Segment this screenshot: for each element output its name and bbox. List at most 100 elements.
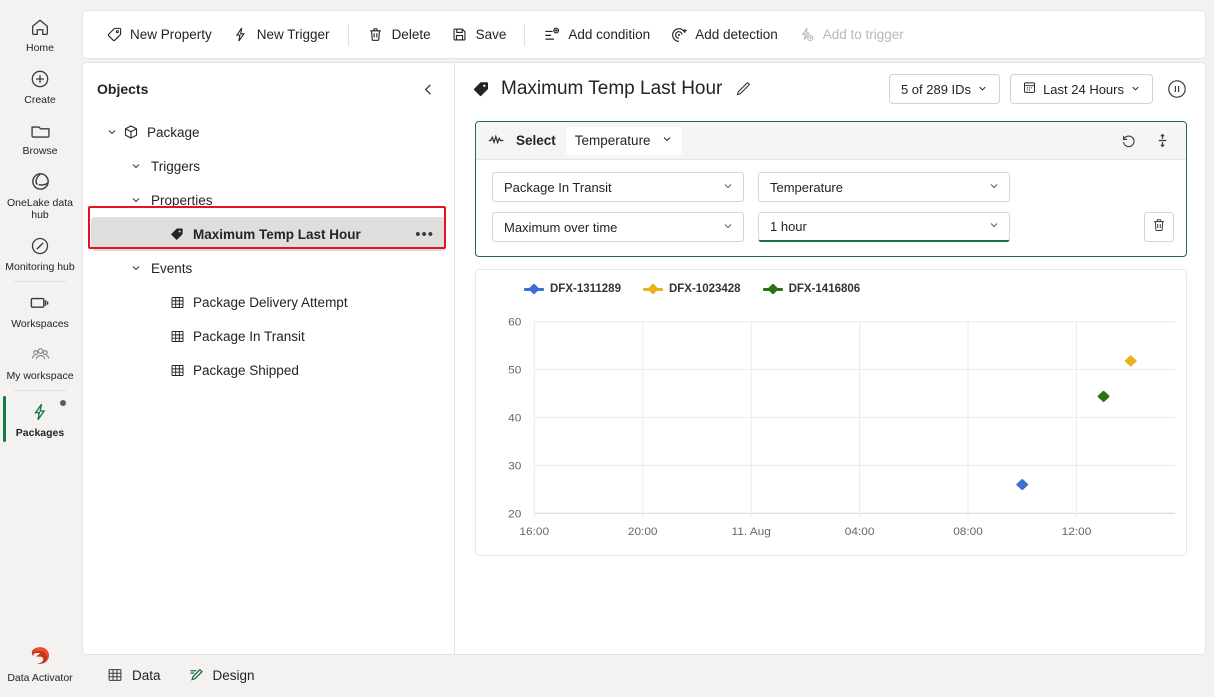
svg-text:04:00: 04:00 <box>845 527 875 538</box>
tree-node-label: Package In Transit <box>193 328 305 344</box>
svg-text:08:00: 08:00 <box>953 527 983 538</box>
sidebar-item-label: My workspace <box>6 369 74 382</box>
query-builder: Select Temperature Package In Transit Te… <box>475 121 1187 257</box>
chevron-down-icon[interactable] <box>127 191 145 209</box>
select-property-dropdown[interactable]: Temperature <box>565 126 682 155</box>
tab-label: Data <box>132 667 161 683</box>
sidebar-item-my-workspace[interactable]: My workspace <box>2 336 78 388</box>
scatter-plot[interactable]: 20 30 40 50 60 16:00 20:00 11. Aug 04:00 08:00 12:… <box>476 270 1186 555</box>
sidebar-item-workspaces[interactable]: Workspaces <box>2 284 78 336</box>
chevron-down-icon[interactable] <box>127 157 145 175</box>
tree-node-package-shipped[interactable]: Package Shipped <box>91 353 446 387</box>
sidebar-item-label: Home <box>25 42 54 54</box>
cmd-label: Delete <box>391 27 431 42</box>
tab-design[interactable]: Design <box>177 660 265 690</box>
data-activator-logo <box>27 644 53 670</box>
toolbar-divider <box>524 23 526 46</box>
sidebar-item-label: Workspaces <box>11 318 69 330</box>
folder-icon <box>27 117 53 143</box>
window-dropdown[interactable]: 1 hour <box>758 212 1010 242</box>
pause-circle-icon[interactable] <box>1163 75 1191 103</box>
main-content-card: Objects Package Triggers Properties Maxi… <box>82 62 1206 655</box>
tree-node-triggers[interactable]: Triggers <box>91 149 446 183</box>
add-detection-button[interactable]: Add detection <box>660 19 788 51</box>
data-point[interactable] <box>1124 355 1137 367</box>
people-icon <box>27 342 53 368</box>
tab-data[interactable]: Data <box>96 660 171 690</box>
sidebar-item-onelake-data-hub[interactable]: OneLake data hub <box>2 163 78 227</box>
tree-node-package[interactable]: Package <box>91 115 446 149</box>
tree-node-package-delivery-attempt[interactable]: Package Delivery Attempt <box>91 285 446 319</box>
bolt-icon <box>27 399 53 425</box>
svg-text:16:00: 16:00 <box>519 527 549 538</box>
new-trigger-button[interactable]: New Trigger <box>222 19 340 51</box>
product-data-activator[interactable]: Data Activator <box>2 638 78 690</box>
table-icon <box>167 361 187 379</box>
tree-node-maximum-temp-last-hour[interactable]: Maximum Temp Last Hour ••• <box>91 217 446 251</box>
dropdown-value: Temperature <box>770 179 843 195</box>
svg-text:20: 20 <box>508 509 521 520</box>
chevron-down-icon <box>988 180 1000 195</box>
undo-icon[interactable] <box>1118 131 1138 151</box>
trash-icon <box>1151 217 1167 238</box>
home-icon <box>27 14 53 40</box>
new-property-button[interactable]: New Property <box>95 19 222 51</box>
tree-node-label: Package Shipped <box>193 362 299 378</box>
add-detection-icon <box>670 26 688 44</box>
sidebar-item-home[interactable]: Home <box>2 8 78 60</box>
table-icon <box>106 666 124 684</box>
tree-node-events[interactable]: Events <box>91 251 446 285</box>
data-point[interactable] <box>1097 390 1110 402</box>
query-dropdown-grid: Package In Transit Temperature Maximum o… <box>492 172 1010 242</box>
sidebar-item-create[interactable]: Create <box>2 60 78 112</box>
sidebar-item-label: Monitoring hub <box>5 260 75 273</box>
chevron-left-icon[interactable] <box>416 77 440 101</box>
add-condition-button[interactable]: Add condition <box>533 19 660 51</box>
svg-text:30: 30 <box>508 461 521 472</box>
panel-title: Objects <box>97 81 149 97</box>
ids-filter-dropdown[interactable]: 5 of 289 IDs <box>888 74 1001 104</box>
time-range-dropdown[interactable]: Last 24 Hours <box>1010 74 1153 104</box>
dropdown-value: Package In Transit <box>504 179 612 195</box>
more-options-icon[interactable]: ••• <box>411 227 438 242</box>
chevron-down-icon <box>722 220 734 235</box>
dropdown-value: Maximum over time <box>504 219 618 235</box>
table-icon <box>167 327 187 345</box>
tree-node-package-in-transit[interactable]: Package In Transit <box>91 319 446 353</box>
product-label: Data Activator <box>7 671 73 684</box>
tree-node-properties[interactable]: Properties <box>91 183 446 217</box>
cube-icon <box>121 123 141 141</box>
chevron-down-icon <box>722 180 734 195</box>
tree-node-label: Events <box>151 260 193 276</box>
cmd-label: Add to trigger <box>822 27 904 42</box>
add-to-trigger-icon <box>798 26 816 44</box>
sidebar-item-monitoring-hub[interactable]: Monitoring hub <box>2 227 78 279</box>
sparkline-icon <box>488 133 506 149</box>
rail-divider <box>14 281 66 282</box>
query-actions <box>1118 131 1176 151</box>
event-dropdown[interactable]: Package In Transit <box>492 172 744 202</box>
cmd-label: New Property <box>130 27 212 42</box>
axis-scale-icon[interactable] <box>1152 131 1172 151</box>
delete-button[interactable]: Delete <box>357 19 441 51</box>
sidebar-item-browse[interactable]: Browse <box>2 111 78 163</box>
dropdown-value: 1 hour <box>770 219 807 234</box>
chart-container: DFX-1311289 DFX-1023428 DFX-1416806 20 3… <box>475 269 1187 556</box>
aggregation-dropdown[interactable]: Maximum over time <box>492 212 744 242</box>
cmd-label: Add detection <box>695 27 778 42</box>
add-to-trigger-button[interactable]: Add to trigger <box>788 19 914 51</box>
data-point[interactable] <box>1016 479 1029 491</box>
column-dropdown[interactable]: Temperature <box>758 172 1010 202</box>
delete-condition-button[interactable] <box>1144 212 1174 242</box>
save-button[interactable]: Save <box>441 19 517 51</box>
tree-node-label: Triggers <box>151 158 201 174</box>
pencil-icon[interactable] <box>732 78 754 100</box>
chevron-down-icon <box>1130 82 1141 97</box>
sidebar-item-packages[interactable]: Packages <box>2 393 78 445</box>
svg-text:40: 40 <box>508 413 521 424</box>
chevron-down-icon[interactable] <box>127 259 145 277</box>
page-title: Maximum Temp Last Hour <box>501 78 723 99</box>
property-header: Maximum Temp Last Hour 5 of 289 IDs Last… <box>455 63 1205 115</box>
chevron-down-icon <box>977 82 988 97</box>
chevron-down-icon[interactable] <box>103 123 121 141</box>
